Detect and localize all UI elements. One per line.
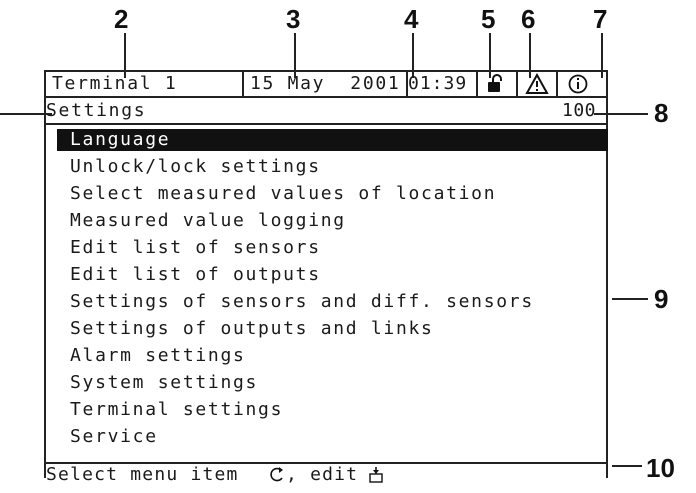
left-border xyxy=(44,70,46,478)
menu-item-settings-of-sensors[interactable]: Settings of sensors and diff. sensors xyxy=(64,291,608,313)
callout-8: 8 xyxy=(654,98,669,128)
menu-item-select-measured-values[interactable]: Select measured values of location xyxy=(64,183,608,205)
callout-2: 2 xyxy=(114,4,129,34)
date-display: 15 May 2001 xyxy=(250,73,401,94)
menu-item-service[interactable]: Service xyxy=(64,426,608,448)
leader-line-10 xyxy=(612,465,642,467)
menu-item-label: Service xyxy=(70,426,158,447)
title-underline xyxy=(44,123,608,125)
lcd-screen: Terminal 1 15 May 2001 01:39 Settings 10… xyxy=(44,70,608,485)
menu-item-label: Alarm settings xyxy=(70,345,246,366)
callout-6: 6 xyxy=(521,4,536,34)
menu-item-label: Settings of outputs and links xyxy=(70,318,434,339)
lock-icon xyxy=(485,74,507,94)
header-separator xyxy=(242,70,244,96)
callout-10: 10 xyxy=(646,453,675,483)
footer-hint-separator: , edit xyxy=(286,464,359,485)
menu-item-edit-list-of-sensors[interactable]: Edit list of sensors xyxy=(64,237,608,259)
menu-item-label: Settings of sensors and diff. sensors xyxy=(70,291,534,312)
terminal-label: Terminal 1 xyxy=(52,73,178,94)
menu-item-alarm-settings[interactable]: Alarm settings xyxy=(64,345,608,367)
callout-3: 3 xyxy=(286,4,301,34)
menu-item-label: Terminal settings xyxy=(70,399,284,420)
page-title: Settings xyxy=(46,100,147,121)
menu-item-label: Measured value logging xyxy=(70,210,346,231)
menu-item-label: Select measured values of location xyxy=(70,183,497,204)
warning-icon xyxy=(525,72,549,95)
footer-hint: Select menu item xyxy=(46,464,239,485)
press-knob-icon xyxy=(368,466,384,484)
menu-item-settings-of-outputs[interactable]: Settings of outputs and links xyxy=(64,318,608,340)
menu-item-measured-value-logging[interactable]: Measured value logging xyxy=(64,210,608,232)
callout-9: 9 xyxy=(654,284,669,314)
header-separator xyxy=(516,70,518,96)
menu-item-language[interactable]: Language xyxy=(57,129,608,151)
time-display: 01:39 xyxy=(408,73,468,94)
menu-item-label: Language xyxy=(70,129,171,150)
menu-item-terminal-settings[interactable]: Terminal settings xyxy=(64,399,608,421)
menu-item-system-settings[interactable]: System settings xyxy=(64,372,608,394)
menu-item-label: Edit list of outputs xyxy=(70,264,321,285)
callout-5: 5 xyxy=(481,4,496,34)
callout-7: 7 xyxy=(593,4,608,34)
menu-item-unlock-lock-settings[interactable]: Unlock/lock settings xyxy=(64,156,608,178)
header-separator xyxy=(476,70,478,96)
rotate-knob-icon xyxy=(268,466,286,484)
info-icon xyxy=(567,73,589,95)
header-separator xyxy=(556,70,558,96)
header-bottom-border xyxy=(44,96,608,98)
menu-code: 100 xyxy=(562,100,597,121)
leader-line-9 xyxy=(612,298,648,300)
menu-item-label: System settings xyxy=(70,372,259,393)
top-border xyxy=(44,70,608,72)
menu-item-label: Unlock/lock settings xyxy=(70,156,321,177)
menu-item-label: Edit list of sensors xyxy=(70,237,321,258)
callout-4: 4 xyxy=(404,4,419,34)
menu-item-edit-list-of-outputs[interactable]: Edit list of outputs xyxy=(64,264,608,286)
